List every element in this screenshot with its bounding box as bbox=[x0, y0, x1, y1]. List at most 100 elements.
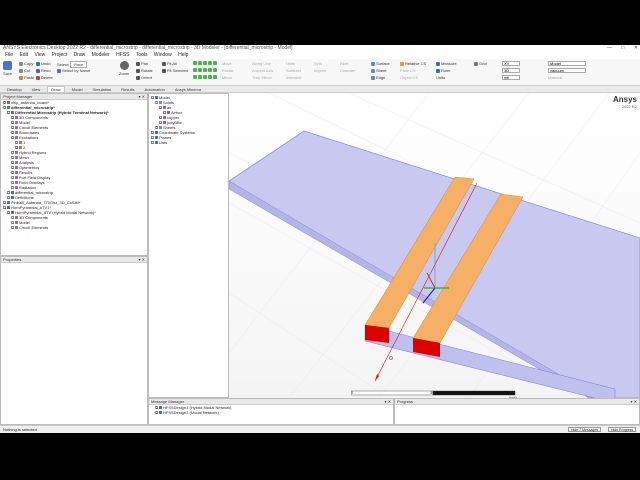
tab-draw[interactable]: Draw bbox=[47, 86, 65, 92]
rectangle-draw-icon[interactable] bbox=[193, 68, 197, 72]
select-mode-dropdown[interactable]: Face bbox=[70, 61, 88, 68]
properties-controls[interactable]: ▾ ✕ bbox=[139, 257, 145, 263]
expand-toggle[interactable]: − bbox=[11, 121, 14, 125]
expand-toggle[interactable]: − bbox=[11, 161, 14, 165]
expand-toggle[interactable]: − bbox=[11, 151, 14, 155]
tab-automation[interactable]: Automation bbox=[142, 87, 168, 92]
object-cs-button[interactable]: Object CS bbox=[400, 75, 418, 80]
sheet-menu[interactable]: Sheet bbox=[371, 68, 386, 73]
expand-toggle[interactable]: − bbox=[11, 156, 14, 160]
model-dropdown[interactable] bbox=[548, 61, 586, 66]
menu-hfss[interactable]: HFSS bbox=[116, 52, 129, 58]
3d-modeler-viewport[interactable]: Ansys 2022 R2 0 35 70 (mil) bbox=[229, 93, 640, 398]
chamfer-button[interactable]: Chamfer bbox=[340, 68, 355, 73]
torus-draw-icon[interactable] bbox=[198, 75, 202, 79]
edge-menu[interactable]: Edge bbox=[371, 75, 385, 80]
select-by-name-button[interactable]: Select by Name bbox=[57, 68, 90, 73]
box-draw-icon[interactable] bbox=[208, 61, 212, 65]
region-draw-icon[interactable] bbox=[213, 75, 217, 79]
mode-3d[interactable] bbox=[502, 68, 520, 73]
grid-toggle[interactable]: Grid bbox=[474, 61, 487, 66]
point-draw-icon[interactable] bbox=[193, 75, 197, 79]
expand-toggle[interactable]: − bbox=[11, 126, 14, 130]
arc-draw-icon[interactable] bbox=[198, 61, 202, 65]
fit-selected-button[interactable]: Fit Selected bbox=[162, 68, 188, 73]
expand-toggle[interactable]: − bbox=[7, 196, 10, 200]
expand-toggle[interactable]: − bbox=[11, 131, 14, 135]
expand-toggle[interactable]: − bbox=[3, 101, 6, 105]
model-canvas[interactable] bbox=[229, 93, 640, 398]
sphere-draw-icon[interactable] bbox=[208, 68, 212, 72]
rotate-view-button[interactable]: Rotate bbox=[136, 68, 153, 73]
menu-file[interactable]: File bbox=[5, 52, 13, 58]
redo-button[interactable]: Redo bbox=[36, 68, 51, 73]
hide-messages-button[interactable]: Hide 7 Messages bbox=[568, 427, 602, 432]
rotate-button[interactable]: Rotate bbox=[222, 68, 234, 73]
fillet-button[interactable]: Fillet bbox=[340, 61, 348, 66]
expand-toggle[interactable]: − bbox=[159, 106, 162, 110]
expand-toggle[interactable]: − bbox=[151, 131, 154, 135]
hide-progress-button[interactable]: Hide Progress bbox=[608, 427, 637, 432]
expand-toggle[interactable]: − bbox=[11, 181, 14, 185]
material-button[interactable]: Material bbox=[548, 75, 562, 80]
polygon-draw-icon[interactable] bbox=[203, 68, 207, 72]
expand-toggle[interactable]: − bbox=[159, 121, 162, 125]
expand-toggle[interactable]: − bbox=[155, 101, 158, 105]
tab-view[interactable]: View bbox=[29, 87, 44, 92]
orient-button[interactable]: Orient bbox=[136, 75, 152, 80]
undo-button[interactable]: Undo bbox=[36, 61, 51, 66]
along-line-button[interactable]: Along Line bbox=[252, 61, 271, 66]
expand-toggle[interactable]: − bbox=[3, 206, 6, 210]
relative-cs-button[interactable]: Relative CS bbox=[400, 61, 426, 66]
material-select[interactable] bbox=[548, 68, 586, 73]
intersect-button[interactable]: Intersect bbox=[286, 75, 301, 80]
around-axis-button[interactable]: Around Axis bbox=[252, 68, 273, 73]
expand-toggle[interactable]: − bbox=[15, 146, 18, 150]
fit-all-button[interactable]: Fit All bbox=[162, 61, 177, 66]
cut-button[interactable]: Cut bbox=[19, 68, 30, 73]
tab-model[interactable]: Model bbox=[69, 87, 86, 92]
move-button[interactable]: Move bbox=[222, 61, 232, 66]
zoom-button[interactable]: Zoom bbox=[119, 61, 129, 76]
plane-xy[interactable] bbox=[502, 61, 520, 66]
paste-button[interactable]: Paste bbox=[19, 75, 34, 80]
expand-toggle[interactable]: − bbox=[155, 126, 158, 130]
expand-toggle[interactable]: − bbox=[11, 136, 14, 140]
tab-desktop[interactable]: Desktop bbox=[4, 87, 25, 92]
expand-toggle[interactable]: − bbox=[11, 216, 14, 220]
expand-toggle[interactable]: − bbox=[151, 136, 154, 140]
copy-button[interactable]: Copy bbox=[19, 61, 33, 66]
line-draw-icon[interactable] bbox=[193, 61, 197, 65]
close-button[interactable]: ✕ bbox=[634, 45, 638, 51]
imprint-button[interactable]: Imprint bbox=[314, 68, 326, 73]
menu-project[interactable]: Project bbox=[52, 52, 68, 58]
expand-toggle[interactable]: − bbox=[151, 96, 154, 100]
menu-window[interactable]: Window bbox=[154, 52, 172, 58]
expand-toggle[interactable]: − bbox=[11, 171, 14, 175]
subtract-button[interactable]: Subtract bbox=[286, 68, 301, 73]
material-dropdown[interactable] bbox=[548, 68, 586, 73]
split-button[interactable]: Split bbox=[314, 61, 322, 66]
circle-draw-icon[interactable] bbox=[198, 68, 202, 72]
expand-toggle[interactable]: − bbox=[11, 186, 14, 190]
units-button[interactable]: Units bbox=[436, 75, 445, 80]
expand-toggle[interactable]: − bbox=[163, 111, 166, 115]
measure-button[interactable]: Measure bbox=[436, 61, 457, 66]
cone-draw-icon[interactable] bbox=[213, 68, 217, 72]
plane-select[interactable] bbox=[502, 61, 520, 66]
expand-toggle[interactable]: − bbox=[11, 116, 14, 120]
tab-ansys-minerva[interactable]: Ansys Minerva bbox=[172, 87, 204, 92]
model-select[interactable] bbox=[548, 61, 586, 66]
menu-edit[interactable]: Edit bbox=[19, 52, 28, 58]
cylinder-draw-icon[interactable] bbox=[213, 61, 217, 65]
spline-draw-icon[interactable] bbox=[203, 61, 207, 65]
bondwire-draw-icon[interactable] bbox=[208, 75, 212, 79]
menu-help[interactable]: Help bbox=[178, 52, 188, 58]
tab-results[interactable]: Results bbox=[118, 87, 137, 92]
surface-menu[interactable]: Surface bbox=[371, 61, 390, 66]
mode-select[interactable] bbox=[502, 68, 520, 73]
unite-button[interactable]: Unite bbox=[286, 61, 295, 66]
menu-tools[interactable]: Tools bbox=[136, 52, 148, 58]
minimize-button[interactable]: — bbox=[607, 45, 612, 51]
expand-toggle[interactable]: − bbox=[151, 141, 154, 145]
